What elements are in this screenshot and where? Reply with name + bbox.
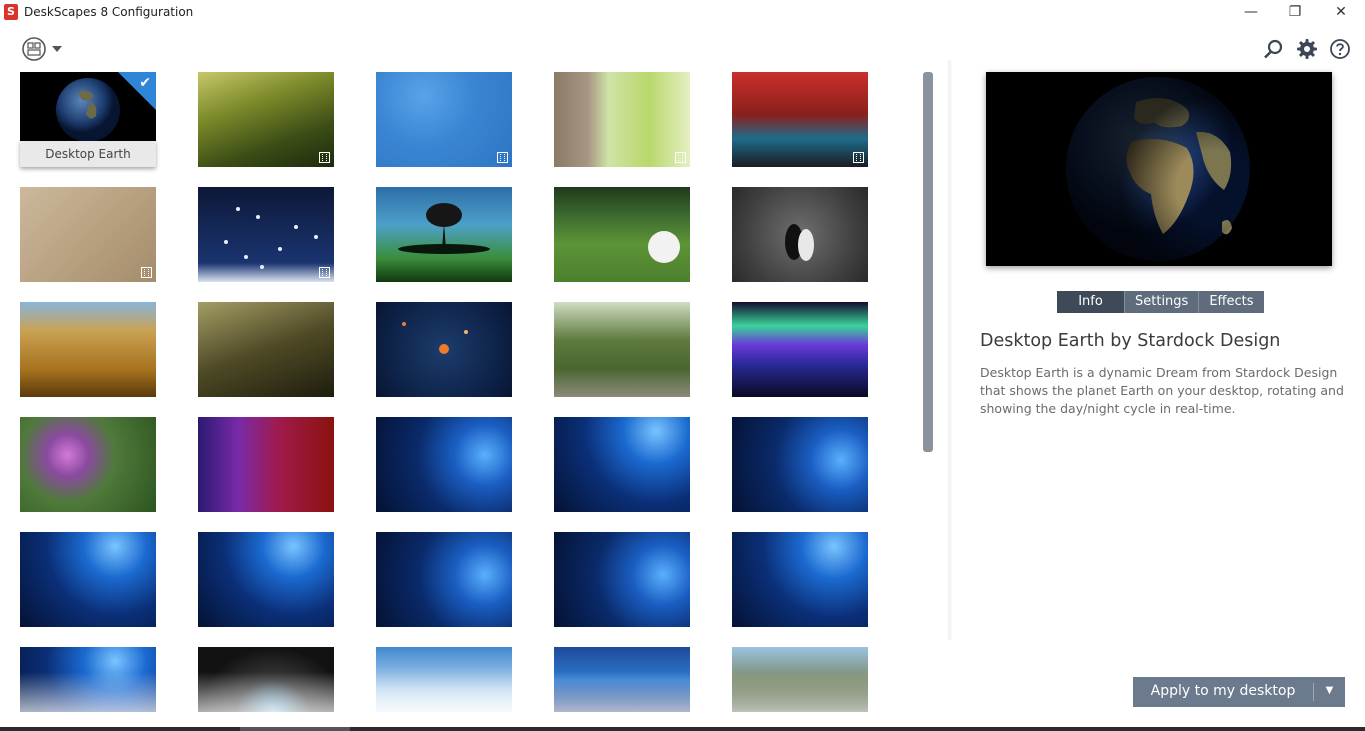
thumbnail-windows-hero[interactable] xyxy=(732,417,868,512)
selected-thumbnail[interactable]: ✔ Desktop Earth xyxy=(20,72,156,167)
thumbnail-pink-daisy[interactable] xyxy=(20,417,156,512)
film-icon xyxy=(319,267,330,278)
thumbnail-grass-field[interactable] xyxy=(198,72,334,167)
earth-preview-image xyxy=(1066,77,1250,261)
film-icon xyxy=(319,152,330,163)
help-icon xyxy=(1330,39,1350,59)
tab-effects[interactable]: Effects xyxy=(1199,291,1264,313)
thumbnail-sound-wave[interactable] xyxy=(198,417,334,512)
thumbnail-windows-hero[interactable] xyxy=(20,532,156,627)
dream-gallery xyxy=(20,72,880,712)
thumbnail-aurora[interactable] xyxy=(732,302,868,397)
gear-icon xyxy=(1297,39,1317,59)
restore-button[interactable]: ❐ xyxy=(1272,0,1318,26)
cats-image xyxy=(785,224,814,261)
panel-divider xyxy=(948,60,952,640)
thumbnail-blue-abstract[interactable] xyxy=(376,72,512,167)
info-tabs: Info Settings Effects xyxy=(1057,291,1264,313)
snow-dots xyxy=(224,207,318,269)
thumbnail-windows-hero[interactable] xyxy=(554,532,690,627)
thumbnail-tree-lined-road[interactable] xyxy=(554,302,690,397)
app-logo-icon: S xyxy=(4,4,18,20)
tab-settings[interactable]: Settings xyxy=(1125,291,1200,313)
taskbar-edge xyxy=(0,727,1365,731)
settings-button[interactable] xyxy=(1296,38,1318,60)
gallery-scrollbar[interactable] xyxy=(923,72,933,452)
search-button[interactable] xyxy=(1262,38,1284,60)
apply-dropdown-button[interactable]: ▼ xyxy=(1314,677,1345,707)
thumbnail-retro-car[interactable] xyxy=(732,72,868,167)
thumbnail-tree-bark[interactable] xyxy=(554,72,690,167)
film-icon xyxy=(497,152,508,163)
planets xyxy=(402,322,468,354)
thumbnail-wheat-field[interactable] xyxy=(20,302,156,397)
dream-title: Desktop Earth by Stardock Design xyxy=(980,331,1281,351)
dream-description: Desktop Earth is a dynamic Dream from St… xyxy=(980,365,1344,416)
thumbnail-leaf-in-grass[interactable] xyxy=(198,302,334,397)
title-bar: S DeskScapes 8 Configuration — ❐ ✕ xyxy=(0,0,1365,26)
search-icon xyxy=(1264,39,1283,59)
apply-split-button: Apply to my desktop ▼ xyxy=(1133,677,1345,707)
thumbnail-floating-tree[interactable] xyxy=(376,187,512,282)
thumbnail-windows-hero[interactable] xyxy=(376,532,512,627)
thumbnail-cats[interactable] xyxy=(732,187,868,282)
minimize-button[interactable]: — xyxy=(1228,0,1274,26)
thumbnail-windows-hero[interactable] xyxy=(732,532,868,627)
window-title: DeskScapes 8 Configuration xyxy=(24,5,194,19)
gallery-fade xyxy=(20,672,880,712)
thumbnail-windows-hero[interactable] xyxy=(376,417,512,512)
apply-button[interactable]: Apply to my desktop xyxy=(1133,677,1313,707)
checkmark-icon: ✔ xyxy=(139,75,151,91)
golf-ball xyxy=(648,231,680,263)
tab-info[interactable]: Info xyxy=(1057,291,1125,313)
film-icon xyxy=(141,267,152,278)
close-button[interactable]: ✕ xyxy=(1318,0,1364,26)
selected-caption: Desktop Earth xyxy=(20,141,156,167)
thumbnail-solar-system[interactable] xyxy=(376,302,512,397)
thumbnail-windows-hero[interactable] xyxy=(198,532,334,627)
view-mode-icon xyxy=(22,37,62,61)
film-icon xyxy=(853,152,864,163)
help-button[interactable] xyxy=(1329,38,1351,60)
thumbnail-golf-ball[interactable] xyxy=(554,187,690,282)
thumbnail-sand[interactable] xyxy=(20,187,156,282)
dream-preview xyxy=(986,72,1332,266)
thumbnail-falling-snow[interactable] xyxy=(198,187,334,282)
film-icon xyxy=(675,152,686,163)
tree-silhouette xyxy=(398,203,490,254)
view-mode-button[interactable] xyxy=(20,36,66,62)
thumbnail-windows-hero[interactable] xyxy=(554,417,690,512)
